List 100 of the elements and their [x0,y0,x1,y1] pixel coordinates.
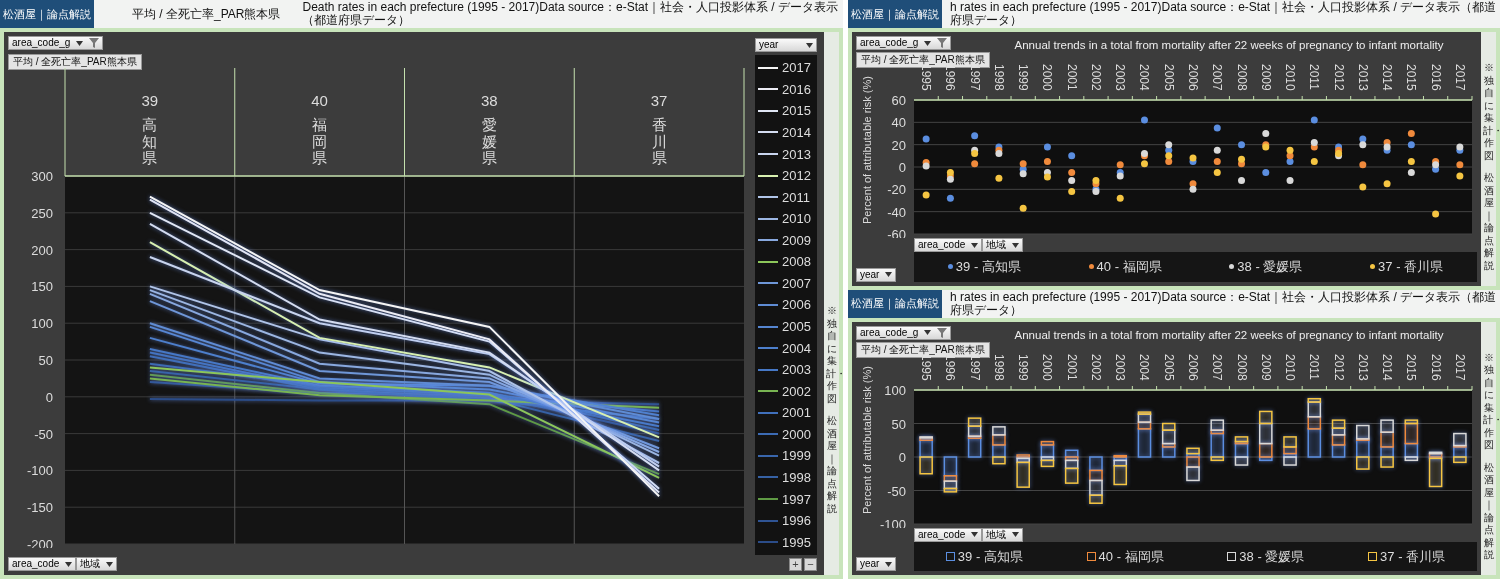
axis-label: 100 [884,382,906,398]
axis-label: 1998 [991,353,1006,381]
legend-label: 38 - 愛媛県 [1237,258,1303,276]
axis-label: 2009 [1258,64,1273,91]
axis-label: 20 [891,137,906,153]
legend-label: 2005 [782,320,811,334]
axis-label: -50 [34,426,53,442]
axis-label: 0 [898,160,906,175]
axis-label: 2017 [1452,64,1467,91]
legend-label: 40 - 福岡県 [1098,547,1164,566]
axis-label: 2008 [1234,64,1249,91]
axis-label: 2012 [1331,64,1346,91]
side-note: 松酒屋｜論点解説 [1482,461,1495,562]
legend-label: 40 - 福岡県 [1096,258,1162,276]
legend-label: 2002 [782,384,811,398]
axis-label: 40 [891,115,906,131]
axis-label: 150 [31,279,53,295]
axis-label: 2016 [1428,353,1443,381]
axis-label: 2010 [1283,64,1298,91]
legend-label: 38 - 愛媛県 [1239,547,1305,566]
legend-label: 2016 [782,82,811,96]
axis-label: 2017 [1452,353,1467,381]
category-code: 37 [650,92,668,109]
axis-label: 200 [31,242,53,258]
legend-label: 2013 [782,147,811,161]
legend-label: 2008 [782,255,811,269]
axis-label: 0 [45,389,53,405]
legend-label: 2003 [782,363,811,377]
legend-label: 2007 [782,276,811,290]
axis-label: 2000 [1040,353,1055,381]
axis-label: 2001 [1064,64,1079,91]
axis-label: 2007 [1210,353,1225,381]
category-code: 39 [141,92,159,109]
axis-label: 2004 [1137,64,1152,91]
axis-label: 1998 [991,64,1006,91]
axis-label: 2005 [1161,64,1176,91]
category-code: 38 [481,92,498,109]
axis-label: 2004 [1137,353,1152,381]
legend-label: 2010 [782,212,811,226]
legend-label: 37 - 香川県 [1378,258,1444,276]
axis-label: 2001 [1064,353,1079,381]
axis-label: 50 [891,416,906,431]
axis-label: 300 [31,169,53,184]
axis-label: 2005 [1161,353,1176,381]
panel-title: 平均 / 全死亡率_PAR熊本県 [132,7,281,21]
category-code: 40 [311,92,328,109]
panel-title: h rates in each prefecture (1995 - 2017)Data source：e-Stat｜社会・人口投影体系 / データ表示（都道府県データ） [950,290,1497,317]
axis-label: 50 [38,353,53,368]
axis-label: 2014 [1380,64,1395,91]
axis-label: 2010 [1283,353,1298,381]
legend-label: 2000 [782,427,811,441]
axis-title: Percent of attributable risk (%) [861,365,873,514]
axis-label: 2000 [1040,64,1055,91]
axis-label: 2011 [1307,353,1322,380]
axis-label: 2002 [1088,353,1103,381]
category-label: 愛媛県 [481,116,497,166]
axis-label: 1999 [1016,353,1031,381]
legend-label: 2006 [782,298,811,312]
axis-label: 2013 [1355,64,1370,91]
legend-label: 1997 [782,492,811,506]
axis-label: -40 [887,204,906,220]
legend-label: 2001 [782,406,811,420]
legend-label: 2014 [782,125,811,139]
axis-label: 2006 [1186,353,1200,381]
legend-label: 2017 [782,61,811,75]
axis-title: Percent of attributable risk (%) [861,76,873,224]
axis-label: 0 [898,449,906,465]
legend-label: 2015 [782,104,811,118]
axis-label: 2011 [1307,64,1322,90]
axis-label: 2016 [1428,64,1443,91]
category-label: 香川県 [651,116,667,166]
legend-label: 2011 [782,190,810,204]
legend-label: 39 - 高知県 [957,547,1023,566]
axis-label: -20 [887,182,906,198]
side-note: 松酒屋｜論点解説 [825,415,838,515]
category-label: 高知県 [142,116,158,166]
legend-label: 39 - 高知県 [955,258,1021,276]
axis-label: 100 [31,316,53,332]
legend-label: 1996 [782,514,811,528]
axis-label: -100 [26,463,53,479]
axis-label: 2013 [1355,353,1370,381]
category-label: 福岡県 [312,116,328,166]
legend-label: 37 - 香川県 [1380,547,1446,566]
axis-label: 60 [891,93,906,108]
chart-title: Annual trends in a total from mortality after 22 weeks of pregnancy to infant mortality [1013,327,1445,343]
axis-label: -50 [887,483,906,498]
axis-label: 2006 [1186,64,1200,91]
axis-label: 2007 [1210,64,1225,91]
side-note: 松酒屋｜論点解説 [1482,172,1495,272]
axis-label: 2003 [1113,353,1128,381]
axis-label: 2003 [1113,64,1128,91]
axis-label: 2009 [1258,353,1273,381]
chart-title: Annual trends in a total from mortality after 22 weeks of pregnancy to infant mortality [1013,38,1445,53]
panel-title: Death rates in each prefecture (1995 - 2017)Data source：e-Stat｜社会・人口投影体系 / データ表示（都道府県データ） [302,1,839,27]
axis-label: -150 [26,500,53,516]
axis-label: 2008 [1234,353,1249,381]
axis-label: 2015 [1404,353,1419,381]
axis-label: 2012 [1331,353,1346,381]
legend-label: 1998 [782,470,811,484]
legend-label: 2012 [782,169,811,183]
